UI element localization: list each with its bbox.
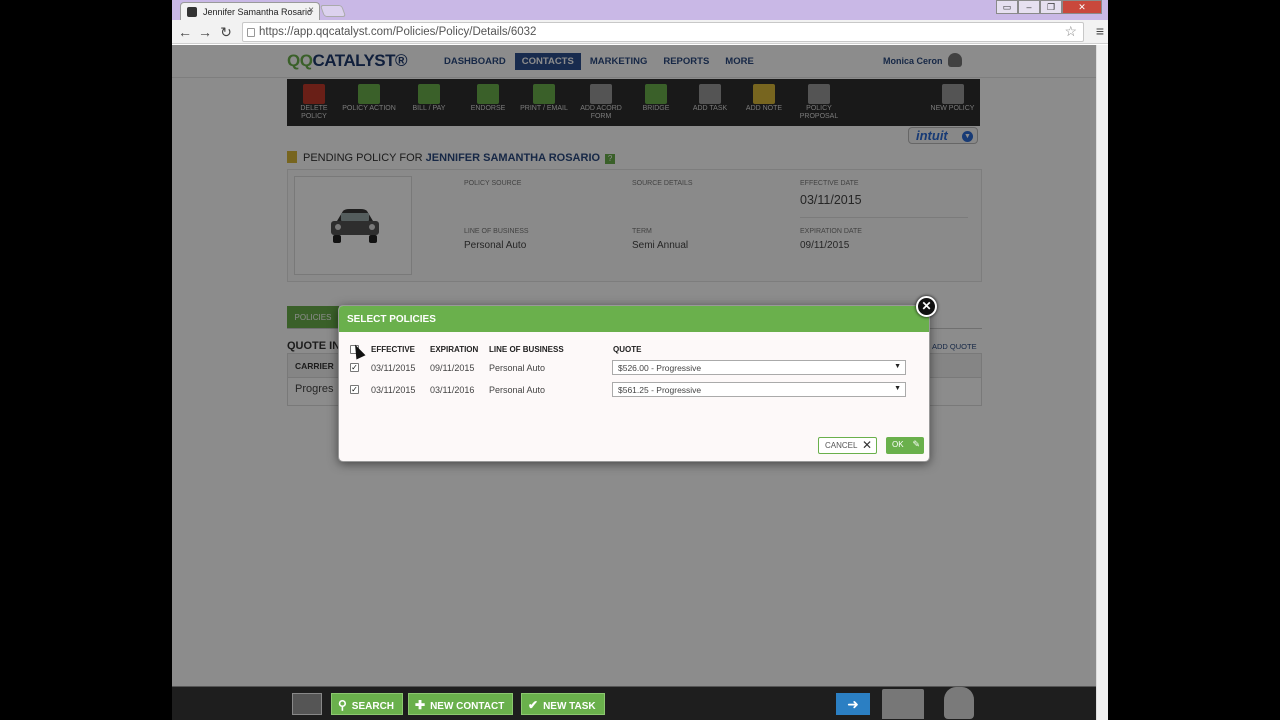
back-arrow-icon[interactable]: ← xyxy=(176,23,194,41)
column-quote: QUOTE xyxy=(613,345,642,354)
desktop: Jennifer Samantha Rosario × ▭ – ❐ ✕ ← → … xyxy=(0,0,1280,720)
column-expiration: EXPIRATION xyxy=(430,345,479,354)
search-icon: ⚲ xyxy=(338,698,347,712)
row-expiration: 09/11/2015 xyxy=(430,363,475,373)
user-switch-icon[interactable]: ▭ xyxy=(996,0,1018,14)
browser-toolbar: ← → ↻ https://app.qqcatalyst.com/Policie… xyxy=(172,20,1108,44)
bell-icon[interactable] xyxy=(944,687,974,719)
row-line-of-business: Personal Auto xyxy=(489,363,546,373)
row-checkbox[interactable]: ✓ xyxy=(350,385,359,394)
close-icon: ✕ xyxy=(861,438,872,452)
dialog-close-button[interactable]: ✕ xyxy=(916,296,937,317)
new-task-button[interactable]: ✔ NEW TASK xyxy=(521,693,605,715)
browser-tab[interactable]: Jennifer Samantha Rosario × xyxy=(180,2,320,20)
folder-icon[interactable] xyxy=(882,689,924,719)
browser-menu-icon[interactable]: ≡ xyxy=(1096,23,1104,39)
arrow-right-icon[interactable]: ➜ xyxy=(836,693,870,715)
favicon-icon xyxy=(187,7,197,17)
plus-icon: ✚ xyxy=(415,698,426,712)
browser-tabbar: Jennifer Samantha Rosario × ▭ – ❐ ✕ xyxy=(172,0,1108,20)
maximize-icon[interactable]: ❐ xyxy=(1040,0,1062,14)
address-bar[interactable]: https://app.qqcatalyst.com/Policies/Poli… xyxy=(242,22,1084,42)
window-controls: ▭ – ❐ ✕ xyxy=(996,0,1102,14)
dropdown-arrow-icon: ▼ xyxy=(894,363,901,370)
row-checkbox[interactable]: ✓ xyxy=(350,363,359,372)
reload-icon[interactable]: ↻ xyxy=(217,23,235,41)
bottom-bar: ⚲ SEARCH ✚ NEW CONTACT ✔ NEW TASK ➜ xyxy=(172,686,1096,720)
url-text: https://app.qqcatalyst.com/Policies/Poli… xyxy=(259,26,537,38)
row-line-of-business: Personal Auto xyxy=(489,385,546,395)
cancel-button[interactable]: CANCEL ✕ xyxy=(818,437,877,454)
minimize-icon[interactable]: – xyxy=(1018,0,1040,14)
dropdown-arrow-icon: ▼ xyxy=(894,385,901,392)
row-effective: 03/11/2015 xyxy=(371,363,416,373)
quote-select[interactable]: $526.00 - Progressive ▼ xyxy=(612,360,906,375)
new-tab-button[interactable] xyxy=(319,5,347,17)
pencil-icon: ✎ xyxy=(912,439,920,449)
forward-arrow-icon[interactable]: → xyxy=(196,23,214,41)
quote-select[interactable]: $561.25 - Progressive ▼ xyxy=(612,382,906,397)
page-icon xyxy=(247,28,255,37)
new-contact-button[interactable]: ✚ NEW CONTACT xyxy=(408,693,514,715)
tab-title: Jennifer Samantha Rosario xyxy=(203,7,313,17)
tab-close-icon[interactable]: × xyxy=(308,5,314,16)
checkmark-icon: ✔ xyxy=(528,698,539,712)
select-policies-dialog: SELECT POLICIES EFFECTIVE EXPIRATION LIN… xyxy=(338,305,930,462)
row-effective: 03/11/2015 xyxy=(371,385,416,395)
column-effective: EFFECTIVE xyxy=(371,345,416,354)
column-line-of-business: LINE OF BUSINESS xyxy=(489,345,564,354)
bookmark-star-icon[interactable]: ☆ xyxy=(1064,23,1077,40)
film-strip-icon[interactable] xyxy=(292,693,322,715)
ok-button[interactable]: OK ✎ xyxy=(886,437,924,454)
search-button[interactable]: ⚲ SEARCH xyxy=(331,693,404,715)
dialog-title: SELECT POLICIES xyxy=(339,306,929,332)
row-expiration: 03/11/2016 xyxy=(430,385,475,395)
close-window-icon[interactable]: ✕ xyxy=(1062,0,1102,14)
page-scrollbar[interactable] xyxy=(1096,45,1108,720)
